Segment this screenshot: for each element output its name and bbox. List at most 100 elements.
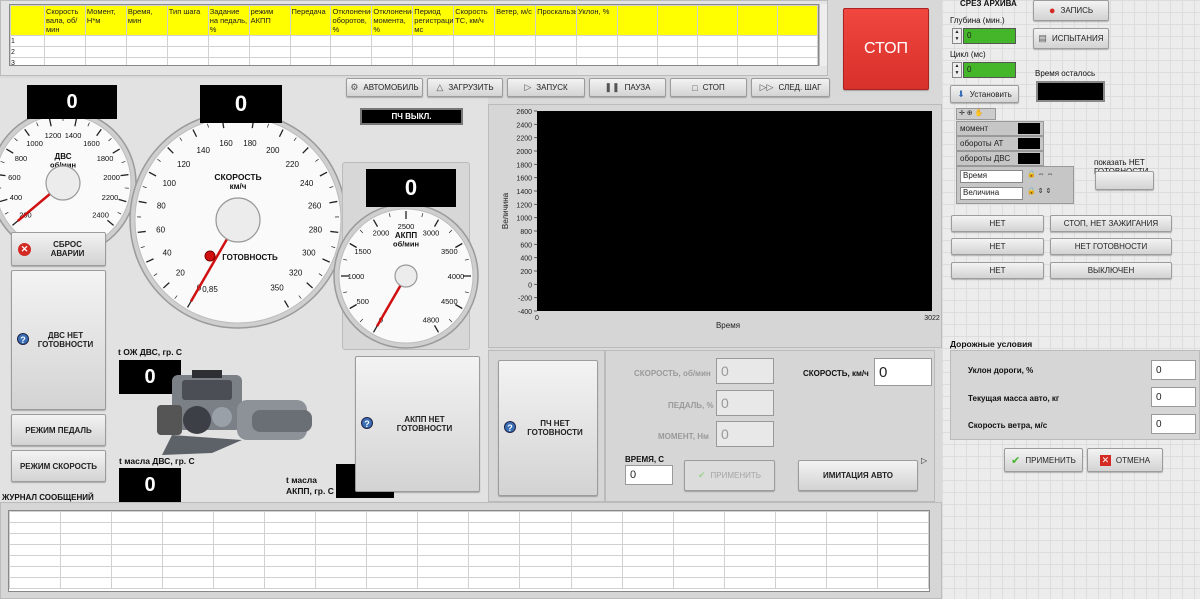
journal-cell[interactable] — [876, 577, 929, 589]
speed-mode-button[interactable]: РЕЖИМ СКОРОСТЬ — [11, 450, 106, 482]
table-cell[interactable] — [777, 46, 818, 58]
table-cell[interactable] — [125, 57, 168, 65]
table-cell[interactable] — [697, 35, 738, 47]
journal-cell[interactable] — [213, 566, 266, 578]
journal-cell[interactable] — [519, 544, 572, 556]
journal-cell[interactable] — [60, 511, 113, 523]
journal-row[interactable] — [9, 522, 929, 534]
log-table[interactable]: Скорость вала, об/мин Момент, Н*м Время, м… — [9, 4, 819, 66]
table-cell[interactable] — [657, 57, 698, 65]
journal-cell[interactable] — [621, 577, 674, 589]
journal-cell[interactable] — [672, 522, 725, 534]
journal-cell[interactable] — [213, 577, 266, 589]
journal-cell[interactable] — [723, 555, 776, 567]
journal-cell[interactable] — [519, 555, 572, 567]
journal-row[interactable] — [9, 544, 929, 556]
speed-kmh-field[interactable]: 0 — [874, 358, 932, 386]
table-cell[interactable] — [494, 57, 537, 65]
journal-cell[interactable] — [9, 544, 62, 556]
table-cell[interactable] — [330, 46, 373, 58]
table-cell[interactable] — [289, 57, 332, 65]
start-button[interactable]: ▷ ЗАПУСК — [507, 78, 585, 97]
scale-value-field[interactable]: Величина — [960, 187, 1023, 200]
journal-cell[interactable] — [672, 511, 725, 523]
table-cell[interactable] — [657, 35, 698, 47]
journal-cell[interactable] — [570, 544, 623, 556]
table-cell[interactable] — [84, 46, 127, 58]
journal-cell[interactable] — [774, 533, 827, 545]
scale-lock-icon[interactable]: 🔒 ⇕ ⇕ — [1027, 187, 1051, 195]
table-cell[interactable] — [617, 35, 658, 47]
journal-cell[interactable] — [315, 577, 368, 589]
journal-cell[interactable] — [162, 577, 215, 589]
journal-cell[interactable] — [570, 555, 623, 567]
table-cell[interactable] — [453, 57, 496, 65]
journal-cell[interactable] — [672, 555, 725, 567]
journal-cell[interactable] — [876, 566, 929, 578]
cycle-value[interactable]: 0 — [963, 62, 1016, 78]
pedal-mode-button[interactable]: РЕЖИМ ПЕДАЛЬ — [11, 414, 106, 446]
status-left-2[interactable]: НЕТ — [951, 238, 1044, 255]
table-row[interactable]: 2 — [10, 46, 818, 58]
table-cell[interactable] — [371, 46, 414, 58]
time-field[interactable]: 0 — [625, 465, 673, 485]
table-cell[interactable] — [737, 35, 778, 47]
journal-cell[interactable] — [366, 555, 419, 567]
journal-cell[interactable] — [366, 566, 419, 578]
cycle-stepper[interactable]: ▲ ▼ — [952, 62, 962, 78]
journal-cell[interactable] — [417, 533, 470, 545]
journal-cell[interactable] — [9, 533, 62, 545]
table-cell[interactable] — [617, 46, 658, 58]
show-not-ready-button[interactable] — [1095, 171, 1154, 190]
journal-cell[interactable] — [162, 566, 215, 578]
table-cell[interactable] — [166, 57, 209, 65]
journal-cell[interactable] — [315, 533, 368, 545]
journal-cell[interactable] — [111, 577, 164, 589]
journal-cell[interactable] — [774, 555, 827, 567]
journal-row[interactable] — [9, 533, 929, 545]
table-cell[interactable] — [494, 46, 537, 58]
table-cell[interactable] — [453, 35, 496, 47]
journal-cell[interactable] — [60, 577, 113, 589]
table-cell[interactable] — [575, 46, 619, 58]
next-step-button[interactable]: ▷▷ СЛЕД. ШАГ — [751, 78, 830, 97]
load-button[interactable]: △ ЗАГРУЗИТЬ — [427, 78, 503, 97]
table-cell[interactable] — [330, 35, 373, 47]
journal-cell[interactable] — [213, 555, 266, 567]
journal-cell[interactable] — [9, 511, 62, 523]
journal-cell[interactable] — [519, 577, 572, 589]
journal-cell[interactable] — [417, 555, 470, 567]
table-cell[interactable]: 3 — [10, 57, 45, 65]
journal-cell[interactable] — [774, 522, 827, 534]
akpp-not-ready-button[interactable]: ? АКПП НЕТ ГОТОВНОСТИ — [355, 356, 480, 492]
journal-cell[interactable] — [825, 511, 878, 523]
journal-cell[interactable] — [60, 533, 113, 545]
journal-cell[interactable] — [825, 566, 878, 578]
journal-cell[interactable] — [825, 533, 878, 545]
journal-cell[interactable] — [162, 555, 215, 567]
journal-cell[interactable] — [264, 511, 317, 523]
journal-cell[interactable] — [876, 544, 929, 556]
journal-cell[interactable] — [825, 522, 878, 534]
journal-cell[interactable] — [213, 544, 266, 556]
journal-cell[interactable] — [315, 566, 368, 578]
table-cell[interactable] — [289, 35, 332, 47]
depth-value[interactable]: 0 — [963, 28, 1016, 44]
table-cell[interactable] — [737, 46, 778, 58]
journal-cell[interactable] — [774, 511, 827, 523]
journal-cell[interactable] — [468, 544, 521, 556]
legend-item-dvs-rpm[interactable]: обороты ДВС — [956, 151, 1044, 166]
table-cell[interactable] — [44, 35, 86, 47]
road-cancel-button[interactable]: ✕ ОТМЕНА — [1087, 448, 1163, 472]
status-left-3[interactable]: НЕТ — [951, 262, 1044, 279]
table-cell[interactable] — [697, 57, 738, 65]
journal-row[interactable] — [9, 555, 929, 567]
journal-cell[interactable] — [315, 544, 368, 556]
automobile-button[interactable]: ⚙ АВТОМОБИЛЬ — [346, 78, 423, 97]
journal-cell[interactable] — [162, 522, 215, 534]
dvs-not-ready-button[interactable]: ? ДВС НЕТ ГОТОВНОСТИ — [11, 270, 106, 410]
moment-field[interactable]: 0 — [716, 421, 774, 447]
car-mass-field[interactable]: 0 — [1151, 387, 1196, 407]
legend-item-at-rpm[interactable]: обороты АТ — [956, 136, 1044, 151]
table-cell[interactable] — [494, 35, 537, 47]
